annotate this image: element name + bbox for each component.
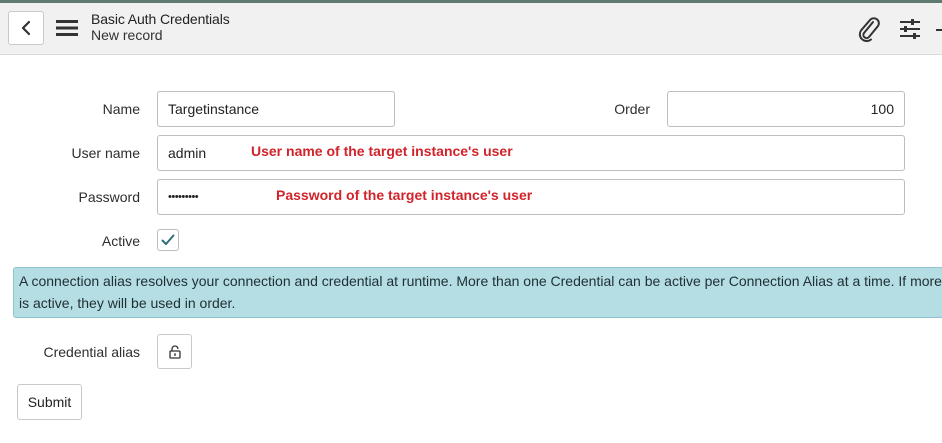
password-field-value: ••••••••• bbox=[168, 191, 199, 203]
info-message: A connection alias resolves your connect… bbox=[13, 267, 942, 318]
info-message-line1: A connection alias resolves your connect… bbox=[19, 273, 942, 289]
submit-button[interactable]: Submit bbox=[17, 384, 82, 420]
back-icon bbox=[21, 20, 31, 36]
sliders-icon[interactable] bbox=[898, 17, 922, 41]
unlock-icon bbox=[168, 344, 181, 359]
info-message-line2: is active, they will be used in order. bbox=[19, 295, 236, 311]
back-button[interactable] bbox=[8, 11, 44, 45]
password-label: Password bbox=[78, 189, 140, 205]
header-title-block: Basic Auth Credentials New record bbox=[91, 11, 230, 43]
paperclip-icon[interactable] bbox=[857, 16, 881, 42]
credential-alias-label: Credential alias bbox=[43, 344, 141, 360]
active-label: Active bbox=[101, 233, 140, 249]
page-title: Basic Auth Credentials bbox=[91, 11, 230, 27]
page-subtitle: New record bbox=[91, 27, 163, 43]
name-field-value: Targetinstance bbox=[168, 101, 260, 117]
name-field[interactable]: Targetinstance bbox=[157, 91, 395, 127]
order-label: Order bbox=[614, 101, 650, 117]
more-icon[interactable] bbox=[936, 27, 942, 33]
checkmark-icon bbox=[161, 234, 175, 245]
username-label: User name bbox=[71, 145, 140, 161]
order-field[interactable]: 100 bbox=[667, 91, 905, 127]
form-header: Basic Auth Credentials New record bbox=[0, 3, 942, 55]
credential-alias-lock-button[interactable] bbox=[157, 334, 192, 369]
username-annotation: User name of the target instance's user bbox=[251, 143, 513, 159]
order-field-value: 100 bbox=[870, 101, 894, 117]
hamburger-menu-icon[interactable] bbox=[56, 19, 78, 37]
active-checkbox[interactable] bbox=[157, 229, 179, 251]
username-field-value: admin bbox=[168, 145, 207, 161]
password-annotation: Password of the target instance's user bbox=[276, 187, 533, 203]
name-label: Name bbox=[102, 101, 140, 117]
